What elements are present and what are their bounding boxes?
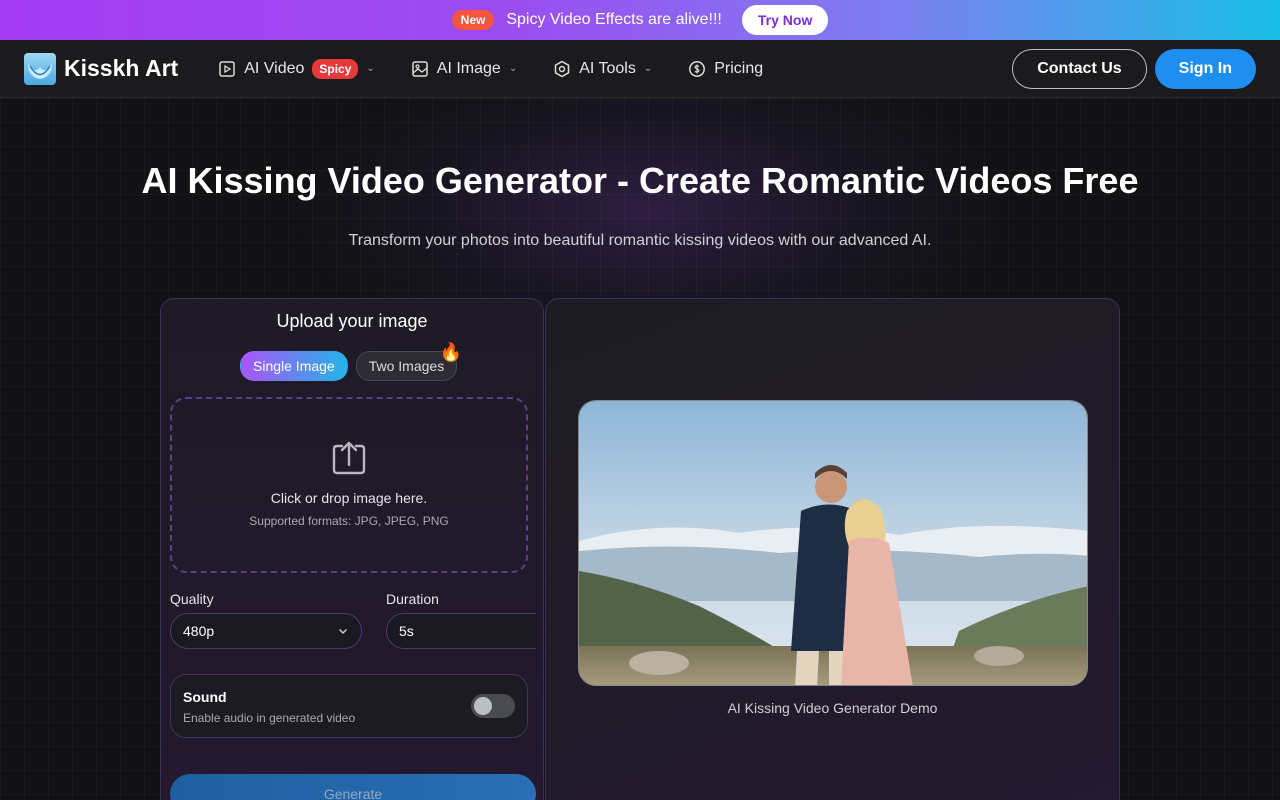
supported-formats: Supported formats: JPG, JPEG, PNG xyxy=(249,514,449,528)
image-mode-toggle: Single Image Two Images 🔥 xyxy=(240,342,462,381)
quality-select[interactable]: 480p xyxy=(170,613,362,649)
sound-toggle[interactable] xyxy=(471,694,515,718)
two-images-tab[interactable]: Two Images 🔥 xyxy=(355,342,462,381)
upload-title: Upload your image xyxy=(276,311,428,331)
chevron-down-icon: ⌄ xyxy=(508,63,518,74)
sound-title: Sound xyxy=(183,689,227,705)
nav-ai-image[interactable]: AI Image ⌄ xyxy=(411,60,517,78)
nav-ai-tools-label: AI Tools xyxy=(579,59,636,77)
generate-button[interactable]: Generate xyxy=(170,774,536,800)
drop-instruction: Click or drop image here. xyxy=(270,490,428,506)
preview-panel: AI Kissing Video Generator Demo xyxy=(545,298,1120,800)
duration-select[interactable]: 5s xyxy=(386,613,536,649)
chevron-down-icon: ⌄ xyxy=(643,63,653,74)
play-square-icon xyxy=(219,60,235,77)
sound-description: Enable audio in generated video xyxy=(183,711,356,725)
chevron-down-icon: ⌄ xyxy=(366,63,375,74)
dollar-circle-icon xyxy=(689,60,706,77)
two-images-label: Two Images xyxy=(368,358,445,374)
single-image-tab[interactable]: Single Image xyxy=(240,351,348,381)
image-icon xyxy=(412,60,428,77)
hexagon-tools-icon xyxy=(554,60,570,77)
logo-icon xyxy=(24,52,56,85)
duration-label: Duration xyxy=(386,591,439,607)
nav-ai-video-label: AI Video xyxy=(244,59,305,77)
quality-value: 480p xyxy=(183,623,215,639)
demo-preview-image xyxy=(578,400,1088,686)
brand-name: Kisskh Art xyxy=(64,55,179,81)
new-badge: New xyxy=(451,10,495,30)
nav-pricing[interactable]: Pricing xyxy=(688,60,763,78)
promo-bar: New Spicy Video Effects are alive!!! Try… xyxy=(0,0,1280,40)
page-subtitle: Transform your photos into beautiful rom… xyxy=(348,232,932,249)
sound-setting: Sound Enable audio in generated video xyxy=(170,674,528,738)
sign-in-button[interactable]: Sign In xyxy=(1154,48,1256,89)
nav-ai-tools[interactable]: AI Tools ⌄ xyxy=(553,60,652,78)
upload-icon xyxy=(332,441,366,475)
page-title: AI Kissing Video Generator - Create Roma… xyxy=(141,160,1139,201)
toggle-knob xyxy=(474,697,492,715)
quality-label: Quality xyxy=(170,591,214,607)
main-nav: AI Video Spicy ⌄ AI Image ⌄ AI Tools ⌄ P… xyxy=(218,58,763,79)
spicy-badge: Spicy xyxy=(312,58,359,79)
try-now-button[interactable]: Try Now xyxy=(741,5,829,35)
contact-us-button[interactable]: Contact Us xyxy=(1012,48,1147,89)
duration-value: 5s xyxy=(399,623,414,639)
upload-panel: Upload your image Single Image Two Image… xyxy=(160,298,544,800)
brand-logo[interactable]: Kisskh Art xyxy=(24,52,179,85)
nav-ai-video[interactable]: AI Video Spicy ⌄ xyxy=(218,58,375,79)
demo-caption: AI Kissing Video Generator Demo xyxy=(727,700,938,716)
fire-icon: 🔥 xyxy=(439,342,463,362)
site-header: Kisskh Art AI Video Spicy ⌄ AI Image ⌄ A… xyxy=(0,40,1280,98)
nav-pricing-label: Pricing xyxy=(714,59,764,77)
nav-ai-image-label: AI Image xyxy=(436,59,501,77)
header-actions: Contact Us Sign In xyxy=(1012,48,1256,89)
image-dropzone[interactable]: Click or drop image here. Supported form… xyxy=(170,397,528,573)
chevron-down-icon xyxy=(338,628,348,635)
promo-text: Spicy Video Effects are alive!!! xyxy=(506,11,722,28)
